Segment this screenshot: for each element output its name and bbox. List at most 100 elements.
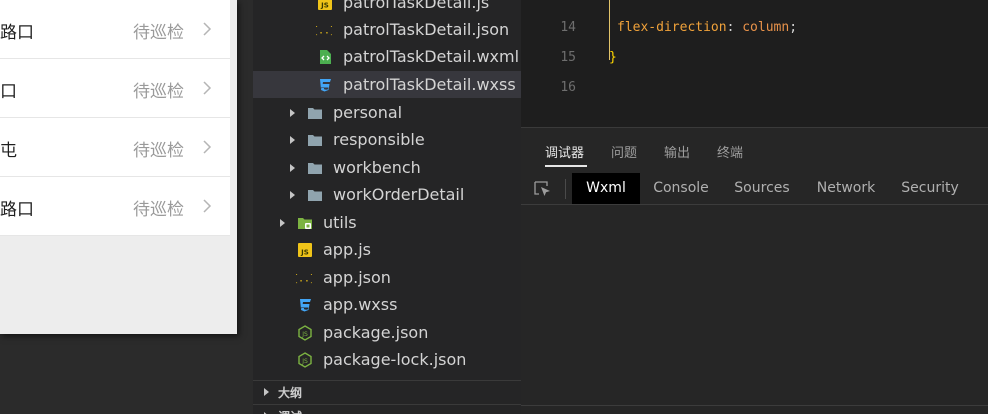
svg-text:JS: JS [320,2,329,10]
task-list-item[interactable]: 屯 待巡检 [0,118,230,177]
line-number: 15 [560,50,576,65]
chevron-right-icon [280,219,285,227]
section-label: 调试 [278,408,302,414]
json-file-icon: {..} [296,274,312,285]
css-file-icon [320,79,331,92]
task-status: 待巡检 [133,200,184,220]
css-value: column [742,20,790,35]
folder-label: personal [333,103,403,122]
tab-wxml[interactable]: Wxml [572,173,640,204]
file-item-patroltaskdetail-wxml[interactable]: patrolTaskDetail.wxml [253,43,521,70]
task-name: 口 [0,82,17,102]
code-line[interactable]: 15 } [521,38,988,68]
file-label: patrolTaskDetail.json [343,20,510,39]
code-content: } [609,50,617,65]
tab-output[interactable]: 输出 [664,142,690,161]
svg-text:JS: JS [301,331,308,338]
node-file-icon: JS [298,352,312,368]
chevron-right-icon [290,109,295,117]
file-label: patrolTaskDetail.js [343,0,490,12]
chevron-right-icon [290,136,295,144]
js-file-icon: JS [298,243,312,257]
folder-label: workOrderDetail [333,185,465,204]
chevron-right-icon [290,191,295,199]
tab-network[interactable]: Network [808,173,884,204]
file-label: app.wxss [323,295,398,314]
css-property: flex-direction [617,20,727,35]
code-editor[interactable]: 14 flex-direction: column; 15 } 16 [521,0,988,127]
outline-section-header[interactable]: 大纲 [253,380,521,402]
folder-icon [308,135,322,146]
folder-label: responsible [333,130,425,149]
css-colon: : [726,20,743,35]
toolbar-divider [565,179,566,199]
tab-sources[interactable]: Sources [726,173,798,204]
file-label: app.js [323,240,371,259]
chevron-right-icon [203,140,212,154]
simulator-panel: 路口 待巡检 口 待巡检 屯 待巡检 路口 待巡检 [0,0,253,414]
chevron-right-icon [203,81,212,95]
task-status: 待巡检 [133,141,184,161]
file-item-package-json[interactable]: JS package.json [253,319,521,346]
folder-icon [308,190,322,201]
tab-console[interactable]: Console [645,173,717,204]
json-file-icon: {..} [316,26,332,37]
folder-item-workbench[interactable]: workbench [253,154,521,181]
folder-icon [308,108,322,119]
folder-item-responsible[interactable]: responsible [253,126,521,153]
closing-brace: } [609,50,617,65]
svg-text:{..}: {..} [296,274,312,285]
tab-debugger[interactable]: 调试器 [545,142,584,161]
task-list-item[interactable]: 口 待巡检 [0,59,230,118]
active-tab-indicator [545,165,587,167]
wxml-file-icon [320,50,331,64]
file-item-package-lock-json[interactable]: JS package-lock.json [253,346,521,373]
folder-item-workorderdetail[interactable]: workOrderDetail [253,181,521,208]
tab-problems[interactable]: 问题 [611,142,637,161]
task-name: 屯 [0,141,17,161]
file-item-app-js[interactable]: JS app.js [253,236,521,263]
task-status: 待巡检 [133,82,184,102]
code-content: flex-direction: column; [617,20,797,35]
code-line[interactable]: 16 [521,68,988,98]
file-item-app-wxss[interactable]: app.wxss [253,291,521,318]
folder-label: utils [323,213,357,232]
task-list-item[interactable]: 路口 待巡检 [0,177,230,236]
file-item-patroltaskdetail-json[interactable]: {..} patrolTaskDetail.json [253,16,521,43]
tab-security[interactable]: Security [893,173,967,204]
code-line[interactable]: 14 flex-direction: column; [521,8,988,38]
folder-item-personal[interactable]: personal [253,99,521,126]
file-item-app-json[interactable]: {..} app.json [253,264,521,291]
chevron-right-icon [203,22,212,36]
line-number: 14 [560,20,576,35]
file-label: patrolTaskDetail.wxml [343,47,520,66]
tab-terminal[interactable]: 终端 [717,142,743,161]
debugger-panel: 调试器 问题 输出 终端 Wxml Console Sources Networ… [521,127,988,414]
task-name: 路口 [0,23,34,43]
css-semicolon: ; [789,20,798,35]
svg-text:{..}: {..} [316,26,332,37]
file-item-patroltaskdetail-wxss[interactable]: patrolTaskDetail.wxss [253,71,521,98]
task-status: 待巡检 [133,23,184,43]
folder-item-utils[interactable]: utils [253,209,521,236]
folder-label: workbench [333,158,421,177]
chevron-right-icon [203,199,212,213]
css-file-icon [300,299,311,312]
section-label: 大纲 [278,386,303,400]
file-explorer: JS patrolTaskDetail.js {..} patrolTaskDe… [253,0,521,414]
chevron-right-icon [290,164,295,172]
js-file-icon: JS [318,0,332,10]
utils-folder-icon [298,218,312,229]
phone-screen: 路口 待巡检 口 待巡检 屯 待巡检 路口 待巡检 [0,0,237,334]
line-number: 16 [560,80,576,95]
task-name: 路口 [0,200,34,220]
file-item-patroltaskdetail-js[interactable]: JS patrolTaskDetail.js [253,0,521,16]
file-label: app.json [323,268,391,287]
file-label: package-lock.json [323,350,467,369]
folder-icon [308,163,322,174]
inspect-element-icon[interactable] [533,180,553,198]
node-file-icon: JS [298,325,312,341]
chevron-right-icon [264,388,269,396]
debug-section-header[interactable]: 调试 [253,404,521,414]
task-list-item[interactable]: 路口 待巡检 [0,0,230,59]
